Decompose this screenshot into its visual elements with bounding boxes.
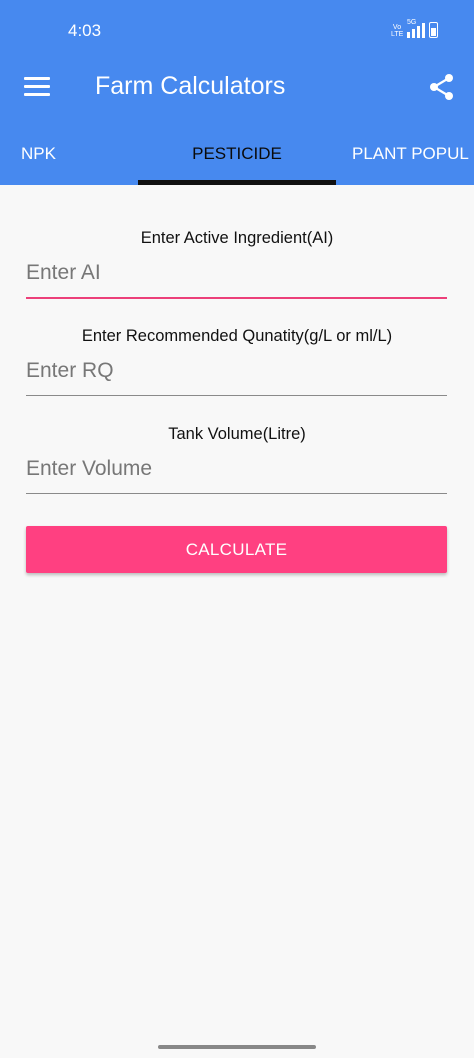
share-icon[interactable] bbox=[428, 73, 456, 101]
volte-icon: Vo LTE bbox=[391, 24, 404, 38]
ai-label: Enter Active Ingredient(AI) bbox=[140, 229, 334, 247]
tab-pesticide[interactable]: PESTICIDE bbox=[138, 122, 336, 185]
app-bar: Farm Calculators bbox=[0, 60, 474, 122]
hamburger-menu-icon[interactable] bbox=[24, 77, 50, 97]
network-type-label: 5G bbox=[407, 19, 417, 26]
calculate-button[interactable]: CALCULATE bbox=[26, 526, 447, 573]
tab-npk[interactable]: NPK bbox=[21, 122, 56, 185]
rq-label: Enter Recommended Qunatity(g/L or ml/L) bbox=[81, 327, 393, 345]
rq-input[interactable] bbox=[26, 352, 447, 396]
status-icons: Vo LTE 5G bbox=[391, 19, 438, 38]
tank-volume-input[interactable] bbox=[26, 450, 447, 494]
tab-bar: NPK PESTICIDE PLANT POPUL bbox=[0, 122, 474, 185]
status-time: 4:03 bbox=[68, 21, 102, 40]
selected-tab-indicator bbox=[138, 180, 336, 185]
signal-icon: 5G bbox=[407, 19, 425, 38]
tank-volume-label: Tank Volume(Litre) bbox=[168, 425, 306, 443]
app-title: Farm Calculators bbox=[95, 72, 286, 100]
ai-input[interactable] bbox=[26, 255, 447, 299]
tab-plant-population[interactable]: PLANT POPUL bbox=[352, 122, 469, 185]
home-indicator[interactable] bbox=[158, 1045, 316, 1049]
status-bar: 4:03 Vo LTE 5G bbox=[0, 0, 474, 60]
battery-icon bbox=[429, 22, 438, 38]
